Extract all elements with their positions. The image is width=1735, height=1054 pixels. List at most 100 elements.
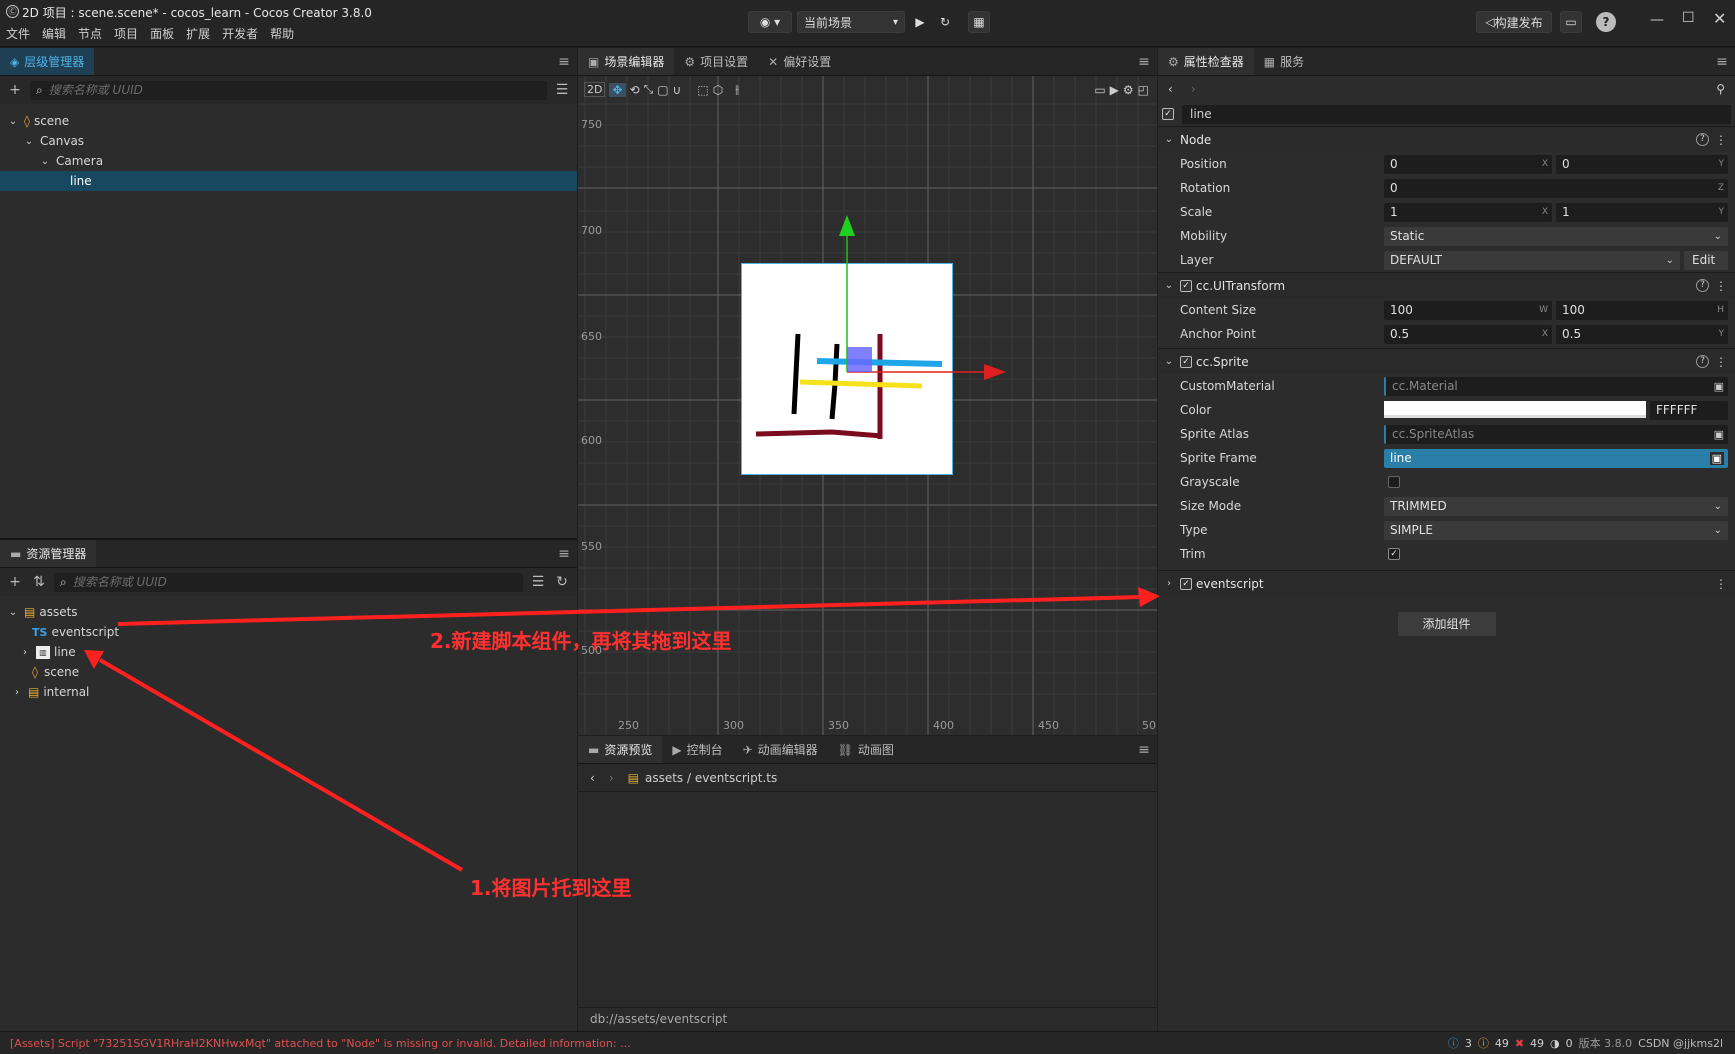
- close-icon[interactable]: ✕: [1713, 9, 1726, 28]
- collapse-all-icon[interactable]: ☰: [553, 82, 571, 98]
- help-icon[interactable]: ?: [1696, 355, 1709, 368]
- tab-hierarchy[interactable]: ◈ 层级管理器: [0, 48, 95, 75]
- platform-select[interactable]: ◉ ▾: [748, 11, 792, 33]
- lock-icon[interactable]: ▣: [1714, 380, 1724, 393]
- assets-menu-icon[interactable]: ≡: [551, 540, 577, 567]
- chevron-down-icon[interactable]: ⌄: [22, 136, 36, 147]
- chevron-down-icon[interactable]: ⌄: [1158, 280, 1180, 291]
- lock-icon[interactable]: ▣: [1714, 428, 1724, 441]
- tab-asset-preview[interactable]: ▬ 资源预览: [578, 736, 663, 763]
- chevron-down-icon[interactable]: ⌄: [1158, 356, 1180, 367]
- menu-panel[interactable]: 面板: [150, 25, 174, 42]
- scale-y-field[interactable]: 1Y: [1556, 202, 1728, 222]
- scene-select[interactable]: 当前场景 ▾: [797, 11, 905, 33]
- assets-search-input[interactable]: [72, 575, 523, 589]
- assets-search[interactable]: ⌕: [54, 572, 523, 592]
- bottom-menu-icon[interactable]: ≡: [1131, 736, 1157, 763]
- color-hex-field[interactable]: FFFFFF: [1650, 400, 1728, 420]
- tab-project-settings[interactable]: ⚙ 项目设置: [674, 48, 758, 75]
- node-name-input[interactable]: line: [1182, 104, 1731, 124]
- tree-node-canvas[interactable]: ⌄ Canvas: [0, 131, 577, 151]
- menu-project[interactable]: 项目: [114, 25, 138, 42]
- info-count[interactable]: 3: [1465, 1037, 1472, 1050]
- color-swatch[interactable]: [1384, 401, 1646, 418]
- asset-internal[interactable]: › ▤ internal: [0, 682, 577, 702]
- anchor-x-field[interactable]: 0.5 X: [1384, 324, 1552, 344]
- hierarchy-search[interactable]: ⌕: [30, 80, 547, 100]
- more-icon[interactable]: ⋮: [1715, 133, 1727, 147]
- status-error-message[interactable]: [Assets] Script "73251SGV1RHraH2KNHwxMqt…: [10, 1037, 631, 1050]
- add-component-button[interactable]: 添加组件: [1397, 612, 1496, 636]
- menu-node[interactable]: 节点: [78, 25, 102, 42]
- back-icon[interactable]: ‹: [1168, 82, 1173, 96]
- play-button[interactable]: ▶: [910, 11, 930, 33]
- sprite-enabled-checkbox[interactable]: ✓: [1180, 355, 1192, 368]
- help-icon[interactable]: ?: [1696, 133, 1709, 146]
- chevron-down-icon[interactable]: ⌄: [1158, 134, 1180, 145]
- tab-scene-editor[interactable]: ▣ 场景编辑器: [578, 48, 675, 75]
- tab-animation-graph[interactable]: ⛓ 动画图: [828, 736, 904, 763]
- publish-button[interactable]: ◁ 构建发布: [1476, 11, 1552, 33]
- qrcode-button[interactable]: ▦: [968, 11, 990, 33]
- node-section-header[interactable]: ⌄ Node ? ⋮: [1158, 126, 1735, 152]
- more-icon[interactable]: ⋮: [1715, 577, 1727, 591]
- asset-assets[interactable]: ⌄ ▤ assets: [0, 602, 577, 622]
- grayscale-checkbox[interactable]: [1388, 476, 1400, 488]
- rotation-field[interactable]: 0Z: [1384, 178, 1728, 198]
- sort-icon[interactable]: ⇅: [30, 574, 48, 590]
- tab-inspector[interactable]: ⚙ 属性检查器: [1158, 48, 1254, 75]
- hierarchy-search-input[interactable]: [48, 83, 547, 97]
- sprite-frame-field[interactable]: line ▣: [1384, 448, 1728, 468]
- open-folder-button[interactable]: ▭: [1560, 11, 1582, 33]
- chevron-down-icon[interactable]: ⌄: [6, 607, 20, 618]
- tab-services[interactable]: ▦ 服务: [1254, 48, 1314, 75]
- pin-icon[interactable]: ⚲: [1716, 82, 1725, 96]
- chevron-down-icon[interactable]: ⌄: [38, 156, 52, 167]
- tab-preferences[interactable]: ✕ 偏好设置: [758, 48, 841, 75]
- menu-developer[interactable]: 开发者: [222, 25, 258, 42]
- anchor-y-field[interactable]: 0.5 Y: [1556, 324, 1728, 344]
- help-icon[interactable]: ?: [1596, 12, 1616, 32]
- add-asset-icon[interactable]: +: [6, 574, 24, 590]
- more-icon[interactable]: ⋮: [1715, 279, 1727, 293]
- add-node-icon[interactable]: +: [6, 82, 24, 98]
- position-y-field[interactable]: 0Y: [1556, 154, 1728, 174]
- size-mode-select[interactable]: TRIMMED ⌄: [1384, 496, 1728, 516]
- chevron-down-icon[interactable]: ⌄: [6, 116, 20, 127]
- tab-console[interactable]: ▶ 控制台: [662, 736, 732, 763]
- mobility-select[interactable]: Static ⌄: [1384, 226, 1728, 246]
- menu-file[interactable]: 文件: [6, 25, 30, 42]
- warning-count[interactable]: 49: [1495, 1037, 1509, 1050]
- error-count[interactable]: 49: [1530, 1037, 1544, 1050]
- layer-select[interactable]: DEFAULT ⌄: [1384, 250, 1680, 270]
- asset-scene[interactable]: ◊ scene: [0, 662, 577, 682]
- minimize-icon[interactable]: —: [1650, 12, 1664, 28]
- sprite-section-header[interactable]: ⌄ ✓ cc.Sprite ? ⋮: [1158, 348, 1735, 374]
- lock-icon[interactable]: ▣: [1709, 451, 1724, 465]
- uitransform-enabled-checkbox[interactable]: ✓: [1180, 279, 1192, 292]
- menu-help[interactable]: 帮助: [270, 25, 294, 42]
- position-x-field[interactable]: 0X: [1384, 154, 1552, 174]
- menu-edit[interactable]: 编辑: [42, 25, 66, 42]
- tab-assets[interactable]: ▬ 资源管理器: [0, 540, 97, 567]
- tree-node-camera[interactable]: ⌄ Camera: [0, 151, 577, 171]
- hierarchy-menu-icon[interactable]: ≡: [551, 48, 577, 75]
- help-icon[interactable]: ?: [1696, 279, 1709, 292]
- eventscript-enabled-checkbox[interactable]: ✓: [1180, 577, 1192, 590]
- trim-checkbox[interactable]: ✓: [1388, 548, 1400, 560]
- refresh-icon[interactable]: ↻: [553, 574, 571, 590]
- tree-node-line[interactable]: line: [0, 171, 577, 191]
- collapse-all-icon[interactable]: ☰: [529, 574, 547, 590]
- chevron-right-icon[interactable]: ›: [1158, 578, 1180, 589]
- tree-node-scene[interactable]: ⌄ ◊ scene: [0, 111, 577, 131]
- layer-edit-button[interactable]: Edit: [1684, 250, 1728, 270]
- inspector-menu-icon[interactable]: ≡: [1709, 48, 1735, 75]
- uitransform-section-header[interactable]: ⌄ ✓ cc.UITransform ? ⋮: [1158, 272, 1735, 298]
- node-active-checkbox[interactable]: ✓: [1162, 108, 1174, 120]
- eventscript-section-header[interactable]: › ✓ eventscript ⋮: [1158, 570, 1735, 596]
- chevron-right-icon[interactable]: ›: [18, 647, 32, 658]
- custom-material-field[interactable]: cc.Material ▣: [1384, 376, 1728, 396]
- scale-x-field[interactable]: 1X: [1384, 202, 1552, 222]
- menu-extension[interactable]: 扩展: [186, 25, 210, 42]
- refresh-button[interactable]: ↻: [935, 11, 955, 33]
